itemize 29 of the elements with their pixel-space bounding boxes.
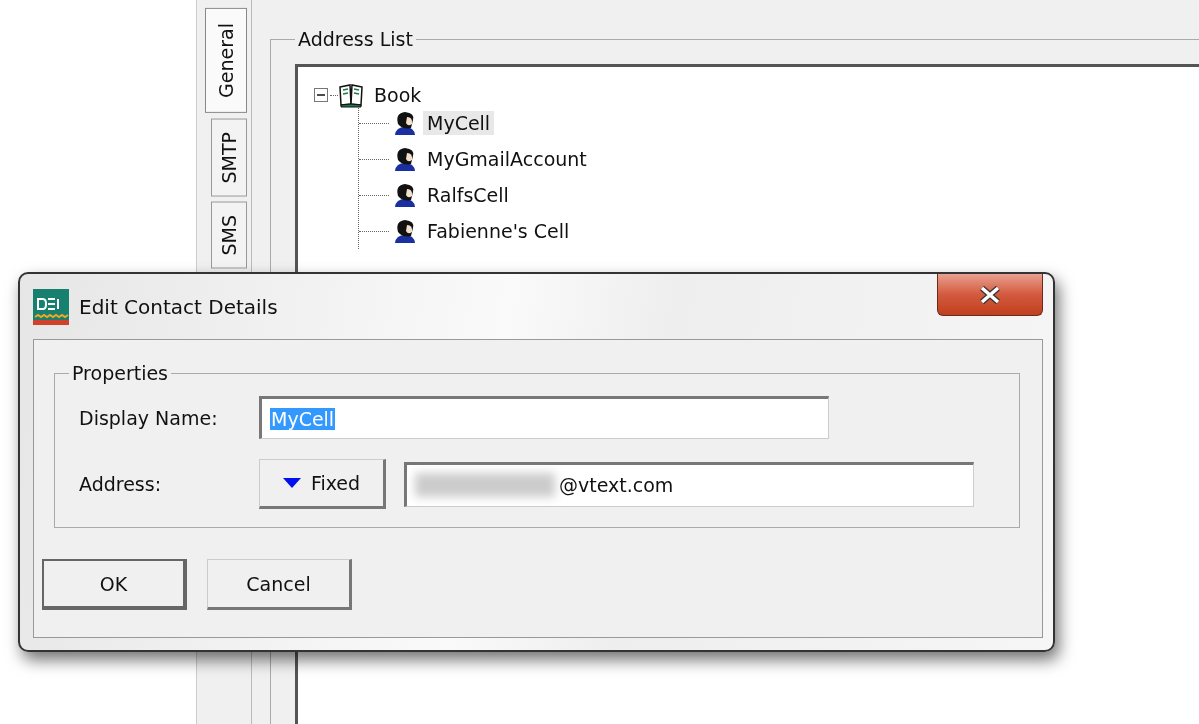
window-title: Edit Contact Details bbox=[79, 294, 278, 319]
input-field[interactable]: @vtext.com bbox=[404, 461, 974, 507]
tree-item[interactable]: Book bbox=[370, 83, 426, 107]
vertical-tab[interactable]: SMS bbox=[211, 202, 247, 269]
field-value: MyCell bbox=[270, 407, 336, 430]
app-logo-icon bbox=[33, 288, 69, 325]
dropdown-button[interactable]: Fixed bbox=[259, 459, 386, 509]
tree-item[interactable]: Fabienne's Cell bbox=[423, 219, 574, 243]
dialog-button[interactable]: OK bbox=[42, 559, 187, 610]
person-icon bbox=[393, 218, 417, 244]
field-label: Address: bbox=[79, 473, 163, 495]
close-icon bbox=[978, 284, 1002, 305]
field-label: Display Name: bbox=[79, 406, 219, 429]
group-title: Address List bbox=[297, 28, 414, 50]
person-icon bbox=[393, 110, 417, 136]
person-icon bbox=[393, 182, 417, 208]
caret-icon bbox=[282, 478, 301, 488]
dialog-button[interactable]: Cancel bbox=[207, 559, 352, 610]
book-icon bbox=[338, 82, 364, 108]
person-icon bbox=[393, 146, 417, 172]
field-value: @vtext.com bbox=[559, 474, 674, 496]
vertical-tab[interactable]: SMTP bbox=[211, 118, 247, 197]
tree-item[interactable]: RalfsCell bbox=[423, 183, 513, 207]
collapse-icon[interactable] bbox=[314, 88, 328, 102]
close-button[interactable] bbox=[937, 274, 1043, 316]
vertical-tab[interactable]: General bbox=[205, 8, 247, 113]
tree-item[interactable]: MyCell bbox=[423, 111, 495, 135]
group-title: Properties bbox=[71, 362, 170, 384]
tree-item[interactable]: MyGmailAccount bbox=[423, 147, 591, 171]
